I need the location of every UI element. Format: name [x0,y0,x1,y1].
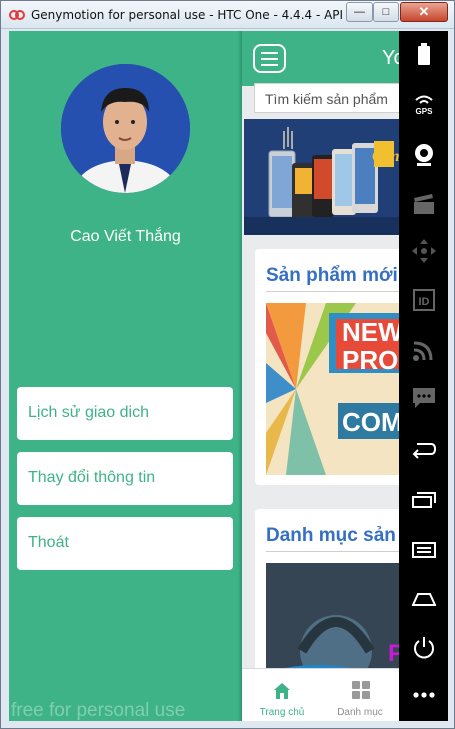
video-button[interactable] [399,194,448,214]
menu-icon [411,542,436,558]
recent-apps-button[interactable] [399,492,448,508]
new-products-image[interactable]: NEW PRO COM [266,303,399,475]
gps-label: GPS [415,107,433,115]
emulator-window: Genymotion for personal use - HTC One - … [0,0,455,729]
dpad-button[interactable] [399,239,448,263]
power-icon [413,637,434,659]
promo-text-2: PRO [342,345,398,375]
navigation-drawer: Cao Viết Thắng Lịch sử giao dich Thay đổ… [9,31,242,721]
edit-profile-button[interactable]: Thay đổi thông tin [17,452,233,505]
android-home-button[interactable] [399,592,448,606]
gps-button[interactable]: GPS [399,93,448,115]
search-input[interactable]: Tìm kiếm sản phẩm [254,83,399,113]
app-toolbar: Yo [242,31,399,86]
home-icon [411,593,436,606]
gps-icon: GPS [414,95,433,115]
back-icon [412,443,436,459]
battery-icon [417,43,430,65]
phones-banner-image: Côn [244,119,399,235]
new-product-art: NEW PRO COM [266,303,399,475]
promo-text-3: COM [342,407,399,437]
back-button[interactable] [399,441,448,459]
tab-categories-label: Danh mục [337,707,383,718]
device-id-button[interactable]: ID [399,289,448,311]
grid-icon [352,681,370,699]
drawer-edge-shadow [238,31,242,721]
tab-home-label: Trang chủ [259,707,305,718]
webcam-icon [414,144,433,166]
sms-button[interactable] [399,387,448,409]
avatar[interactable] [61,64,190,193]
promo-text-1: NEW [342,317,399,347]
banner-text: Côn [372,148,399,165]
divider [266,551,399,552]
recent-apps-icon [411,492,436,508]
logout-label: Thoát [28,534,69,551]
transaction-history-label: Lịch sử giao dich [28,404,149,421]
search-placeholder: Tìm kiếm sản phẩm [265,91,388,107]
home-icon [274,683,290,699]
id-label: ID [418,296,429,308]
more-button[interactable] [399,692,448,698]
bottom-navigation: Trang chủ Danh mục [242,668,399,721]
device-screen: Yo Tìm kiếm sản phẩm [9,31,448,721]
emulator-toolbar: GPS ID [399,31,448,721]
user-name: Cao Viết Thắng [70,228,181,245]
menu-button[interactable] [399,542,448,558]
watermark: free for personal use [11,700,186,721]
cast-icon [412,341,432,361]
new-products-card: Sản phẩm mới NEW PRO COM [255,249,399,485]
logout-button[interactable]: Thoát [17,517,233,570]
transaction-history-button[interactable]: Lịch sử giao dich [17,387,233,440]
more-icon [412,692,435,698]
dpad-icon [411,239,436,263]
hamburger-menu-icon[interactable] [253,44,286,73]
new-products-heading: Sản phẩm mới [266,265,398,286]
divider [266,291,399,292]
battery-button[interactable] [399,43,448,65]
profile-photo [61,64,190,193]
cast-button[interactable] [399,339,448,361]
minimize-button[interactable]: — [346,2,373,22]
app-title: Yo [382,47,399,69]
maximize-button[interactable]: □ [373,2,399,22]
window-title: Genymotion for personal use - HTC One - … [31,8,386,22]
webcam-button[interactable] [399,143,448,167]
title-bar[interactable]: Genymotion for personal use - HTC One - … [1,1,454,29]
edit-profile-label: Thay đổi thông tin [28,469,156,486]
tab-home[interactable]: Trang chủ [242,669,322,721]
power-button[interactable] [399,636,448,660]
id-icon: ID [412,289,435,311]
sms-icon [412,388,435,408]
tab-categories[interactable]: Danh mục [320,669,399,721]
promo-banner[interactable]: Côn [244,119,399,235]
app-home: Yo Tìm kiếm sản phẩm [242,31,399,721]
genymotion-logo-icon [9,10,25,20]
categories-heading: Danh mục sản [266,525,396,546]
close-button[interactable]: ✕ [400,2,448,22]
category-text: P [388,640,399,667]
video-icon [413,194,434,214]
